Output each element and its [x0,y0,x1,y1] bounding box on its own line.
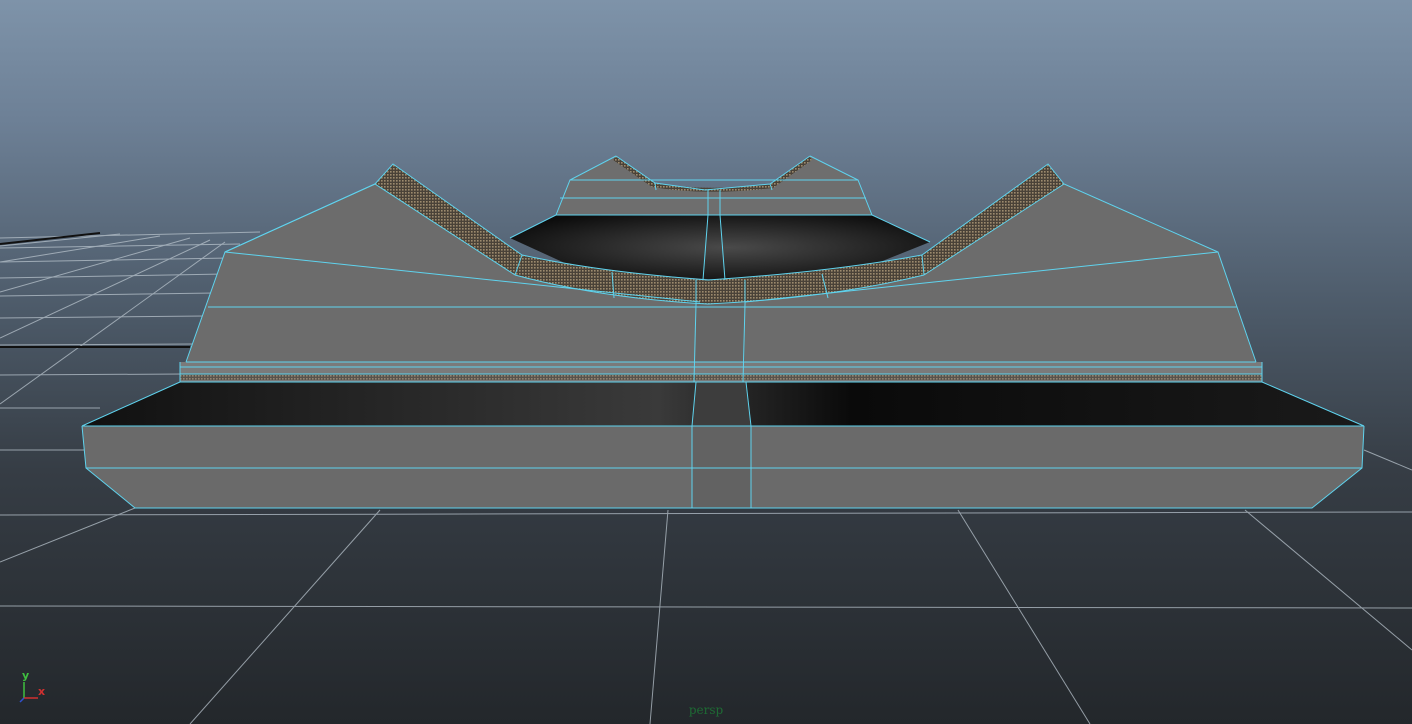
camera-name-label: persp [688,703,724,717]
axis-x-label: x [38,685,46,698]
perspective-viewport[interactable]: y x persp [0,0,1412,724]
grid-axis-lines [0,232,190,348]
lower-center-light [692,382,751,426]
scene-canvas[interactable] [0,0,1412,724]
back-upper-face [556,156,872,215]
lower-front-center [692,426,751,508]
z-axis-line [19,697,25,703]
axis-gizmo: y x [14,666,54,706]
mesh-model[interactable] [82,156,1364,508]
axis-y-label: y [22,669,30,682]
